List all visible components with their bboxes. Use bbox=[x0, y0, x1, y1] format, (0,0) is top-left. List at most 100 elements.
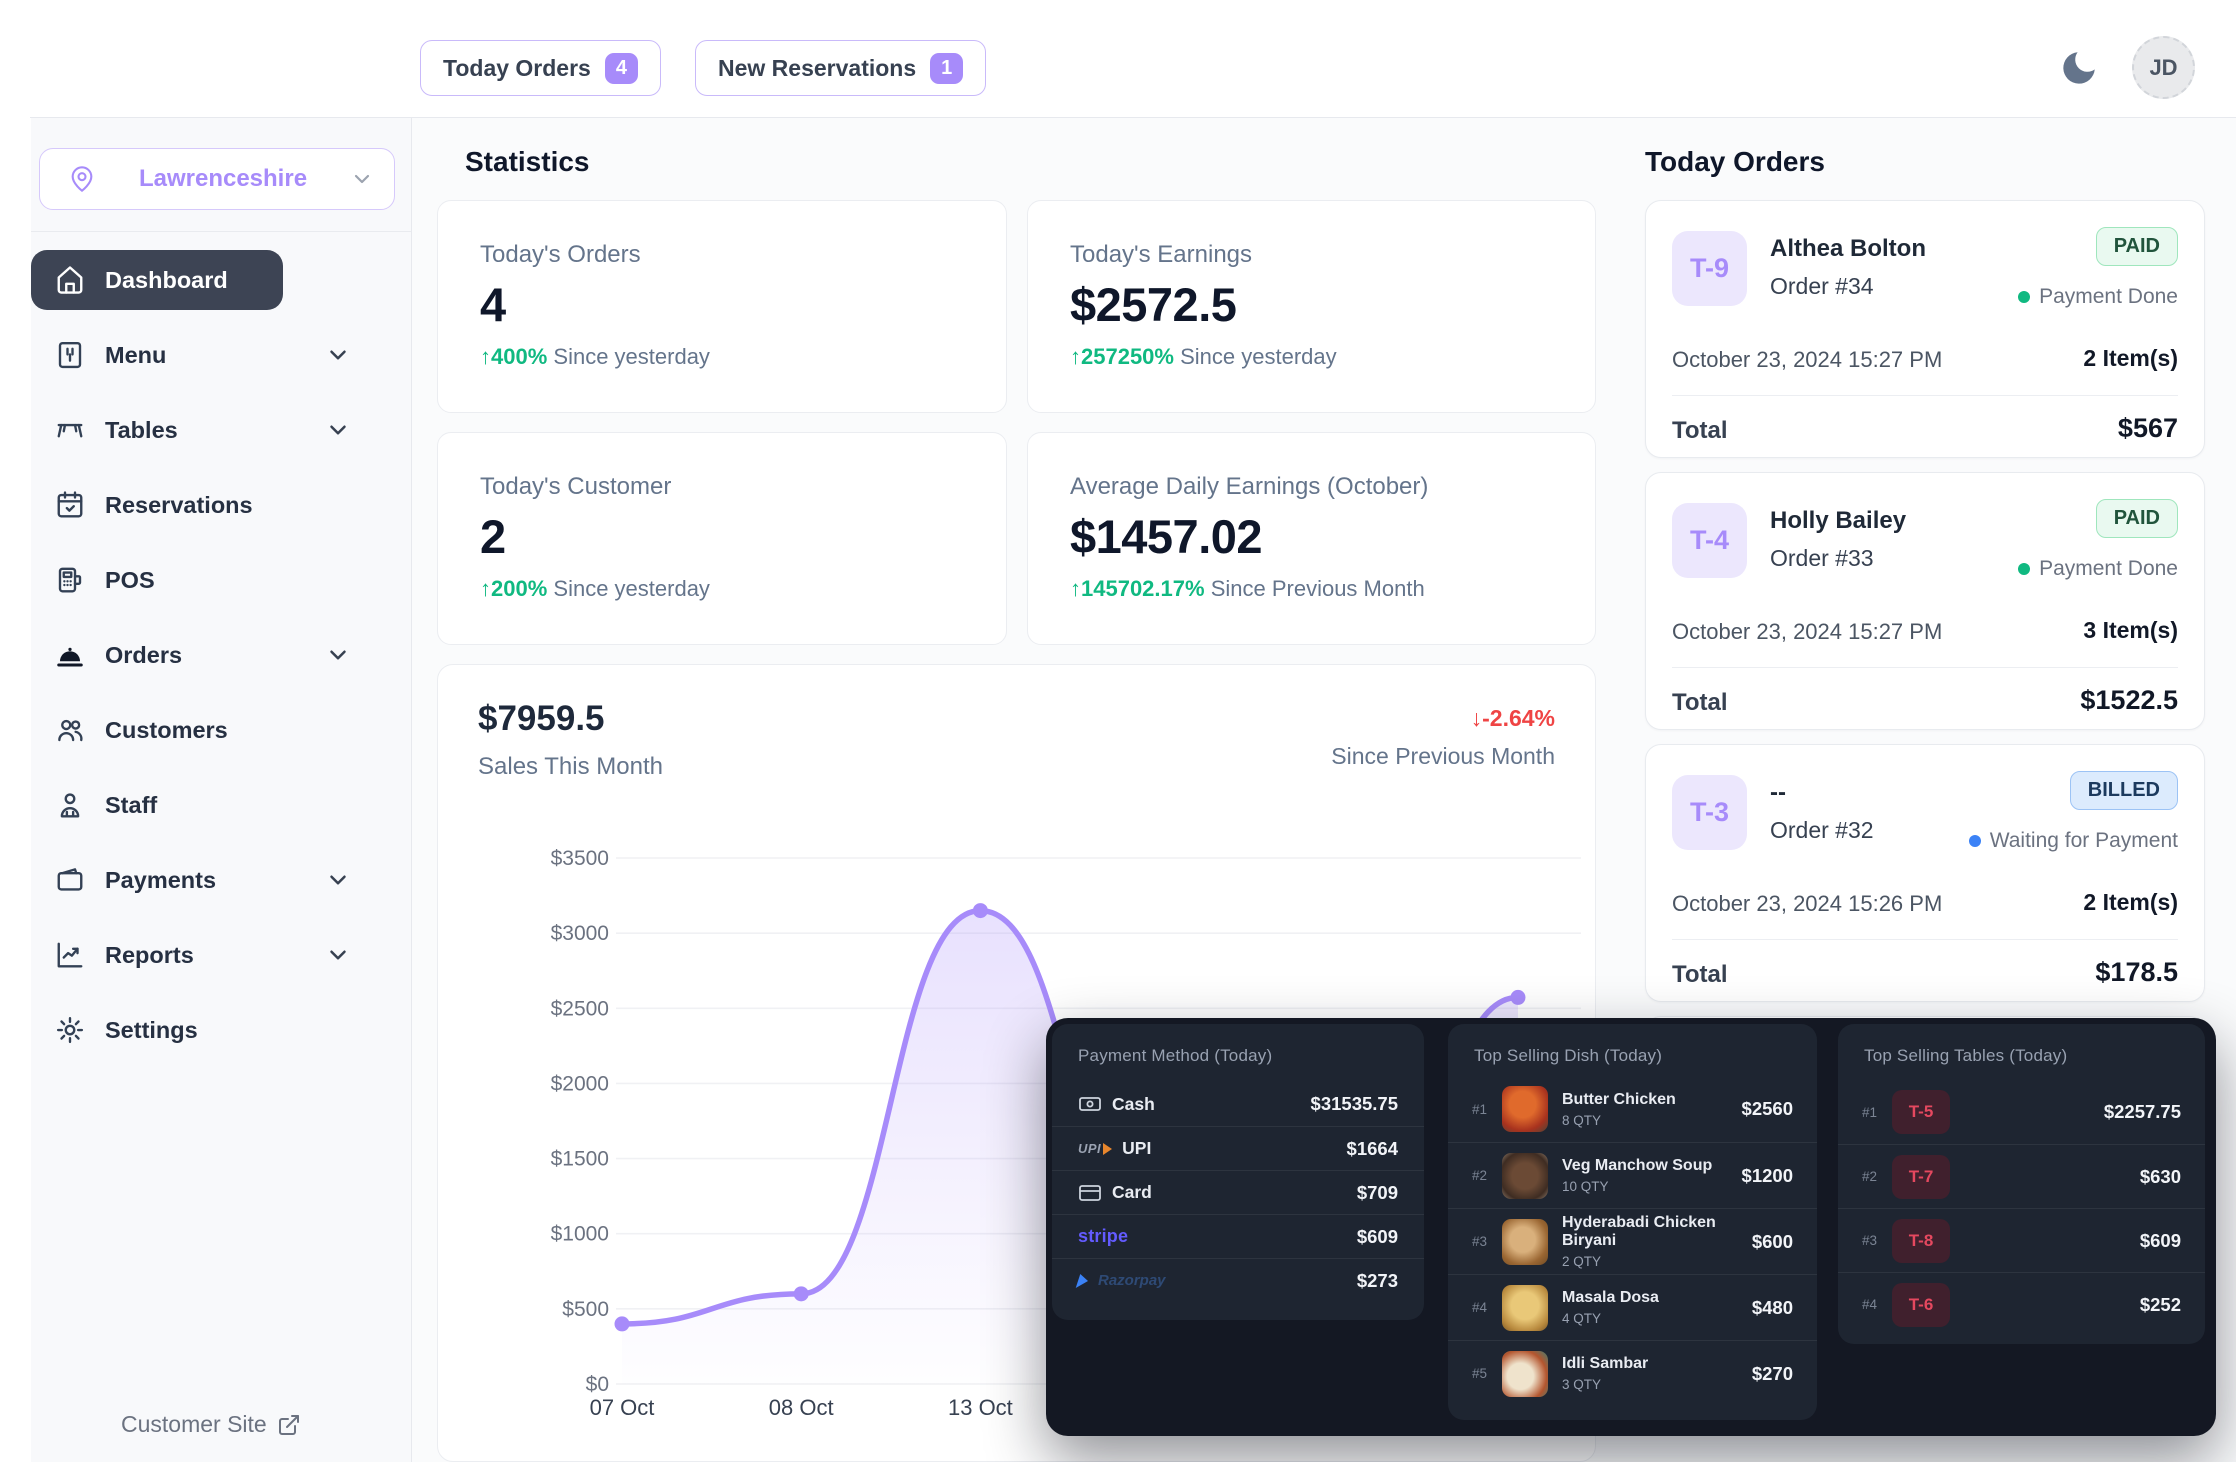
sidebar-item-dashboard[interactable]: Dashboard bbox=[31, 250, 283, 310]
stat-card-todays-customer: Today's Customer 2 ↑200% Since yesterday bbox=[437, 432, 1007, 645]
sidebar-item-label: Payments bbox=[105, 867, 216, 894]
sidebar-item-payments[interactable]: Payments bbox=[31, 850, 395, 910]
payment-row-razorpay: Razorpay $273 bbox=[1052, 1258, 1424, 1302]
sidebar-item-label: Orders bbox=[105, 642, 182, 669]
up-arrow-icon: ↑ bbox=[1070, 344, 1081, 369]
new-reservations-count-badge: 1 bbox=[930, 53, 963, 84]
order-total: $178.5 bbox=[2095, 957, 2178, 988]
table-rank: #4 bbox=[1862, 1297, 1892, 1312]
dish-qty: 10 QTY bbox=[1562, 1179, 1742, 1194]
table-badge: T-5 bbox=[1892, 1090, 1950, 1134]
order-total: $1522.5 bbox=[2080, 685, 2178, 716]
sidebar-item-orders[interactable]: Orders bbox=[31, 625, 395, 685]
status-badge: BILLED bbox=[2070, 771, 2178, 810]
sidebar-item-menu[interactable]: Menu bbox=[31, 325, 395, 385]
stat-label: Today's Earnings bbox=[1070, 241, 1555, 269]
order-card-divider bbox=[1672, 667, 2178, 668]
customer-site-link[interactable]: Customer Site bbox=[121, 1411, 301, 1438]
new-reservations-button[interactable]: New Reservations 1 bbox=[695, 40, 986, 96]
home-icon bbox=[55, 265, 85, 295]
payment-row-upi: UPI UPI $1664 bbox=[1052, 1126, 1424, 1170]
chevron-down-icon bbox=[325, 417, 351, 443]
sidebar-item-reports[interactable]: Reports bbox=[31, 925, 395, 985]
dish-qty: 8 QTY bbox=[1562, 1113, 1742, 1128]
location-selector[interactable]: Lawrenceshire bbox=[39, 148, 395, 210]
svg-text:$1000: $1000 bbox=[551, 1223, 609, 1246]
sidebar-item-label: Reports bbox=[105, 942, 194, 969]
up-arrow-icon: ↑ bbox=[1070, 576, 1081, 601]
dish-amount: $600 bbox=[1752, 1231, 1793, 1253]
dark-mode-toggle[interactable] bbox=[2058, 44, 2106, 92]
order-card[interactable]: T-9 Althea Bolton Order #34 PAID Payment… bbox=[1645, 200, 2205, 458]
table-badge: T-8 bbox=[1892, 1219, 1950, 1263]
table-row: #2 T-7 $630 bbox=[1838, 1144, 2205, 1208]
table-row: #4 T-6 $252 bbox=[1838, 1272, 2205, 1336]
credit-card-icon bbox=[1078, 1181, 1102, 1205]
calendar-check-icon bbox=[55, 490, 85, 520]
sidebar-divider bbox=[411, 117, 412, 1462]
top-selling-dish-panel: Top Selling Dish (Today) #1 Butter Chick… bbox=[1448, 1024, 1817, 1420]
stat-delta: ↑200% Since yesterday bbox=[480, 576, 966, 602]
stat-delta-note: Since yesterday bbox=[553, 576, 710, 601]
stat-value: $2572.5 bbox=[1070, 277, 1555, 332]
dish-rank: #5 bbox=[1472, 1366, 1502, 1381]
stat-delta-note: Since yesterday bbox=[553, 344, 710, 369]
order-time: October 23, 2024 15:27 PM bbox=[1672, 619, 1942, 645]
table-rank: #2 bbox=[1862, 1169, 1892, 1184]
dish-name: Masala Dosa bbox=[1562, 1289, 1659, 1306]
svg-text:$3500: $3500 bbox=[551, 847, 609, 870]
sidebar-item-tables[interactable]: Tables bbox=[31, 400, 395, 460]
order-number: Order #33 bbox=[1770, 545, 1874, 572]
statistics-heading: Statistics bbox=[465, 146, 590, 178]
sidebar-item-settings[interactable]: Settings bbox=[31, 1000, 395, 1060]
table-row: #1 T-5 $2257.75 bbox=[1838, 1080, 2205, 1144]
table-amount: $252 bbox=[1962, 1294, 2181, 1316]
dish-amount: $480 bbox=[1752, 1297, 1793, 1319]
today-orders-button[interactable]: Today Orders 4 bbox=[420, 40, 661, 96]
dish-qty: 2 QTY bbox=[1562, 1254, 1752, 1269]
table-badge: T-9 bbox=[1672, 231, 1747, 306]
sales-subtitle: Sales This Month bbox=[478, 753, 663, 781]
sidebar: Lawrenceshire Dashboard Menu Tables Rese… bbox=[31, 118, 411, 1462]
stat-label: Today's Orders bbox=[480, 241, 966, 269]
stat-value: 2 bbox=[480, 509, 966, 564]
payment-status-label: Payment Done bbox=[2039, 285, 2178, 309]
table-badge: T-4 bbox=[1672, 503, 1747, 578]
sidebar-item-label: Tables bbox=[105, 417, 178, 444]
sidebar-item-reservations[interactable]: Reservations bbox=[31, 475, 395, 535]
dish-row: #1 Butter Chicken8 QTY $2560 bbox=[1448, 1076, 1817, 1142]
payment-row-card: Card $709 bbox=[1052, 1170, 1424, 1214]
down-arrow-icon: ↓ bbox=[1471, 705, 1483, 731]
payment-row-stripe: stripe $609 bbox=[1052, 1214, 1424, 1258]
avatar[interactable]: JD bbox=[2132, 36, 2195, 99]
payment-method-amount: $1664 bbox=[1347, 1138, 1398, 1160]
chevron-down-icon bbox=[350, 167, 374, 191]
order-card[interactable]: T-4 Holly Bailey Order #33 PAID Payment … bbox=[1645, 472, 2205, 730]
order-card[interactable]: T-3 -- Order #32 BILLED Waiting for Paym… bbox=[1645, 744, 2205, 1002]
sidebar-item-pos[interactable]: POS bbox=[31, 550, 395, 610]
order-number: Order #34 bbox=[1770, 273, 1874, 300]
payment-status: Payment Done bbox=[2018, 557, 2178, 581]
svg-text:$3000: $3000 bbox=[551, 922, 609, 945]
payment-method-label: UPI bbox=[1122, 1138, 1151, 1159]
stat-card-todays-earnings: Today's Earnings $2572.5 ↑257250% Since … bbox=[1027, 200, 1596, 413]
stat-delta-value: 145702.17% bbox=[1081, 576, 1205, 601]
sidebar-item-customers[interactable]: Customers bbox=[31, 700, 395, 760]
stat-delta-note: Since Previous Month bbox=[1211, 576, 1425, 601]
sidebar-separator bbox=[31, 231, 411, 232]
payment-method-amount: $273 bbox=[1357, 1270, 1398, 1292]
stat-delta-value: 257250% bbox=[1081, 344, 1174, 369]
report-chart-icon bbox=[55, 940, 85, 970]
payment-status: Payment Done bbox=[2018, 285, 2178, 309]
payment-status-label: Payment Done bbox=[2039, 557, 2178, 581]
sidebar-item-label: Staff bbox=[105, 792, 157, 819]
svg-text:$500: $500 bbox=[562, 1298, 609, 1321]
stat-label: Average Daily Earnings (October) bbox=[1070, 473, 1555, 501]
payment-row-cash: Cash $31535.75 bbox=[1052, 1082, 1424, 1126]
top-selling-dish-rows: #1 Butter Chicken8 QTY $2560 #2 Veg Manc… bbox=[1448, 1076, 1817, 1406]
today-orders-count-badge: 4 bbox=[605, 53, 638, 84]
sidebar-item-staff[interactable]: Staff bbox=[31, 775, 395, 835]
insights-overlay: Payment Method (Today) Cash $31535.75 UP… bbox=[1046, 1018, 2216, 1436]
sales-delta-value: -2.64% bbox=[1482, 705, 1555, 731]
payment-method-amount: $609 bbox=[1357, 1226, 1398, 1248]
